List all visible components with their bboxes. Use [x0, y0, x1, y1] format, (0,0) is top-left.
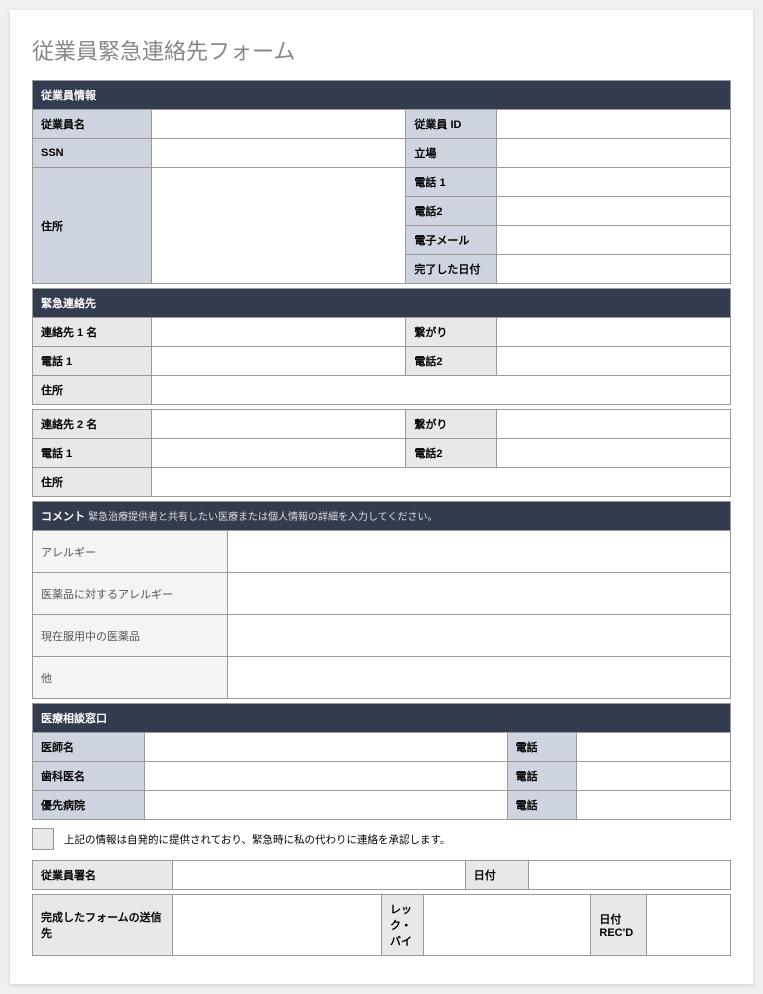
consent-checkbox[interactable]	[32, 828, 54, 850]
input-other[interactable]	[228, 657, 731, 699]
label-e2phone1: 電話 1	[33, 439, 152, 468]
label-doctor-phone: 電話	[507, 733, 577, 762]
input-phone1[interactable]	[497, 168, 731, 197]
medical-header: 医療相談窓口	[33, 704, 731, 733]
input-hospital[interactable]	[144, 791, 507, 820]
signature-table: 従業員署名 日付	[32, 860, 731, 890]
label-e2address: 住所	[33, 468, 152, 497]
label-eaddress1: 住所	[33, 376, 152, 405]
comments-header-title: コメント	[41, 511, 85, 523]
input-ephone2[interactable]	[497, 347, 731, 376]
input-ssn[interactable]	[151, 139, 406, 168]
input-relation1[interactable]	[497, 318, 731, 347]
input-position[interactable]	[497, 139, 731, 168]
label-allergies: アレルギー	[33, 531, 228, 573]
emergency-table-2: 連絡先 2 名 繋がり 電話 1 電話2 住所	[32, 409, 731, 497]
page-title: 従業員緊急連絡先フォーム	[32, 34, 731, 66]
label-current-meds: 現在服用中の医薬品	[33, 615, 228, 657]
input-relation2[interactable]	[497, 410, 731, 439]
input-sig-date[interactable]	[528, 861, 730, 890]
label-doctor: 医師名	[33, 733, 145, 762]
consent-text: 上記の情報は自発的に提供されており、緊急時に私の代わりに連絡を承認します。	[64, 832, 450, 847]
emergency-header: 緊急連絡先	[33, 289, 731, 318]
label-phone1: 電話 1	[406, 168, 497, 197]
medical-table: 医療相談窓口 医師名 電話 歯科医名 電話 優先病院 電話	[32, 703, 731, 820]
input-drug-allergies[interactable]	[228, 573, 731, 615]
input-allergies[interactable]	[228, 531, 731, 573]
form-page: 従業員緊急連絡先フォーム 従業員情報 従業員名 従業員 ID SSN 立場 住所…	[10, 10, 753, 984]
input-contact1[interactable]	[151, 318, 406, 347]
input-contact2[interactable]	[151, 410, 406, 439]
label-signature: 従業員署名	[33, 861, 173, 890]
consent-row: 上記の情報は自発的に提供されており、緊急時に私の代わりに連絡を承認します。	[32, 828, 731, 850]
input-employee-id[interactable]	[497, 110, 731, 139]
input-e2phone1[interactable]	[151, 439, 406, 468]
input-rec-by[interactable]	[423, 895, 591, 956]
label-ephone2: 電話2	[406, 347, 497, 376]
input-e2address[interactable]	[151, 468, 730, 497]
label-hospital: 優先病院	[33, 791, 145, 820]
input-dentist-phone[interactable]	[577, 762, 731, 791]
employee-table: 従業員情報 従業員名 従業員 ID SSN 立場 住所 電話 1 電話2 電子メ…	[32, 80, 731, 284]
label-email: 電子メール	[406, 226, 497, 255]
input-address[interactable]	[151, 168, 406, 284]
label-other: 他	[33, 657, 228, 699]
label-completed: 完了した日付	[406, 255, 497, 284]
label-phone2: 電話2	[406, 197, 497, 226]
label-relation2: 繋がり	[406, 410, 497, 439]
label-ssn: SSN	[33, 139, 152, 168]
employee-header: 従業員情報	[33, 81, 731, 110]
label-hospital-phone: 電話	[507, 791, 577, 820]
label-ephone1: 電話 1	[33, 347, 152, 376]
label-contact2: 連絡先 2 名	[33, 410, 152, 439]
comments-table: コメント 緊急治療提供者と共有したい医療または個人情報の詳細を入力してください。…	[32, 501, 731, 699]
input-send-to[interactable]	[172, 895, 381, 956]
label-sig-date: 日付	[465, 861, 528, 890]
input-email[interactable]	[497, 226, 731, 255]
submission-table: 完成したフォームの送信先 レック・バイ 日付 REC'D	[32, 894, 731, 956]
label-dentist-phone: 電話	[507, 762, 577, 791]
input-ephone1[interactable]	[151, 347, 406, 376]
comments-header: コメント 緊急治療提供者と共有したい医療または個人情報の詳細を入力してください。	[33, 502, 731, 531]
label-employee-name: 従業員名	[33, 110, 152, 139]
label-e2phone2: 電話2	[406, 439, 497, 468]
label-position: 立場	[406, 139, 497, 168]
input-eaddress1[interactable]	[151, 376, 730, 405]
label-drug-allergies: 医薬品に対するアレルギー	[33, 573, 228, 615]
input-phone2[interactable]	[497, 197, 731, 226]
input-employee-name[interactable]	[151, 110, 406, 139]
input-doctor[interactable]	[144, 733, 507, 762]
input-doctor-phone[interactable]	[577, 733, 731, 762]
input-completed[interactable]	[497, 255, 731, 284]
label-rec-by: レック・バイ	[381, 895, 423, 956]
input-hospital-phone[interactable]	[577, 791, 731, 820]
label-dentist: 歯科医名	[33, 762, 145, 791]
label-employee-id: 従業員 ID	[406, 110, 497, 139]
label-contact1: 連絡先 1 名	[33, 318, 152, 347]
input-e2phone2[interactable]	[497, 439, 731, 468]
label-date-recd: 日付 REC'D	[591, 895, 647, 956]
label-address: 住所	[33, 168, 152, 284]
label-send-to: 完成したフォームの送信先	[33, 895, 173, 956]
comments-header-sub: 緊急治療提供者と共有したい医療または個人情報の詳細を入力してください。	[88, 512, 437, 523]
emergency-table: 緊急連絡先 連絡先 1 名 繋がり 電話 1 電話2 住所	[32, 288, 731, 405]
input-current-meds[interactable]	[228, 615, 731, 657]
input-signature[interactable]	[172, 861, 465, 890]
input-dentist[interactable]	[144, 762, 507, 791]
input-date-recd[interactable]	[647, 895, 731, 956]
label-relation1: 繋がり	[406, 318, 497, 347]
